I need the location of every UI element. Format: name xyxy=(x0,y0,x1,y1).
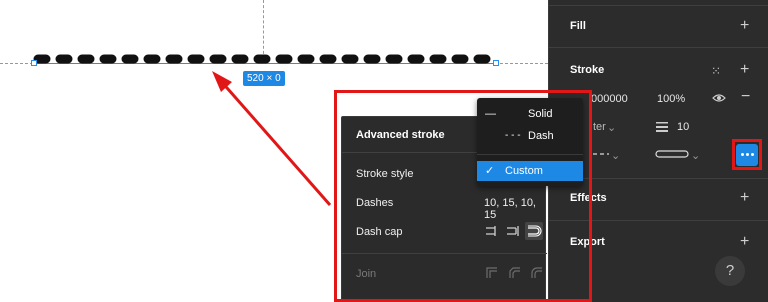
export-section-title: Export xyxy=(570,236,605,248)
popup-divider xyxy=(342,253,547,254)
check-icon: ✓ xyxy=(485,165,495,177)
stroke-weight-value[interactable]: 10 xyxy=(677,121,689,133)
popup-title: Advanced stroke xyxy=(356,129,445,141)
dropdown-divider xyxy=(477,154,583,155)
eye-icon[interactable] xyxy=(712,93,726,103)
cap-square-icon[interactable] xyxy=(504,222,522,240)
dashes-input[interactable]: 10, 15, 10, 15 xyxy=(484,197,545,221)
stroke-join-style-icon[interactable] xyxy=(593,150,609,158)
stroke-opacity-value[interactable]: 100% xyxy=(657,93,685,105)
fill-section-title: Fill xyxy=(570,20,586,32)
remove-stroke-minus-icon[interactable]: − xyxy=(741,89,750,105)
stroke-add-plus-icon[interactable]: + xyxy=(740,62,749,78)
cap-round-icon[interactable] xyxy=(525,222,543,240)
dash-cap-label: Dash cap xyxy=(356,226,403,238)
grid-dots-icon[interactable]: ⁙ xyxy=(711,63,721,79)
panel-divider xyxy=(549,220,768,221)
solid-line-icon: — xyxy=(485,108,496,120)
panel-divider xyxy=(549,47,768,48)
fill-add-plus-icon[interactable]: + xyxy=(740,18,749,34)
dashes-label: Dashes xyxy=(356,197,394,209)
chevron-down-icon: ⌄ xyxy=(607,122,617,134)
stroke-style-label: Stroke style xyxy=(356,168,414,180)
dashed-stroke-line[interactable] xyxy=(30,53,500,65)
stroke-position-select[interactable]: ter xyxy=(593,121,606,133)
stroke-weight-icon xyxy=(656,122,668,132)
stroke-color-value[interactable]: 000000 xyxy=(591,93,628,105)
resize-handle-right[interactable] xyxy=(493,60,499,66)
join-miter-icon[interactable] xyxy=(485,266,499,280)
cap-none-icon[interactable] xyxy=(482,222,500,240)
panel-divider xyxy=(549,5,768,6)
option-label: Solid xyxy=(528,108,553,120)
stroke-style-dropdown: — Solid - - - Dash ✓ Custom xyxy=(477,98,583,186)
option-label: Custom xyxy=(505,165,543,177)
chevron-down-icon: ⌄ xyxy=(611,150,621,162)
dash-line-icon: - - - xyxy=(505,130,521,141)
chevron-down-icon: ⌄ xyxy=(691,150,701,162)
stroke-end-style-icon[interactable] xyxy=(655,148,689,160)
highlight-box-more-button xyxy=(732,139,762,170)
join-round-icon[interactable] xyxy=(530,266,544,280)
size-badge: 520 × 0 xyxy=(243,71,285,86)
export-add-plus-icon[interactable]: + xyxy=(740,234,749,250)
effects-add-plus-icon[interactable]: + xyxy=(740,190,749,206)
option-dash[interactable]: - - - Dash xyxy=(477,126,583,146)
help-button[interactable]: ? xyxy=(715,256,745,286)
join-label: Join xyxy=(356,268,377,280)
join-bevel-icon[interactable] xyxy=(508,266,522,280)
option-custom[interactable]: ✓ Custom xyxy=(477,161,583,181)
resize-handle-left[interactable] xyxy=(31,60,37,66)
option-label: Dash xyxy=(528,130,554,142)
effects-section-title: Effects xyxy=(570,192,607,204)
option-solid[interactable]: — Solid xyxy=(477,104,583,124)
stroke-section-title: Stroke xyxy=(570,64,605,76)
